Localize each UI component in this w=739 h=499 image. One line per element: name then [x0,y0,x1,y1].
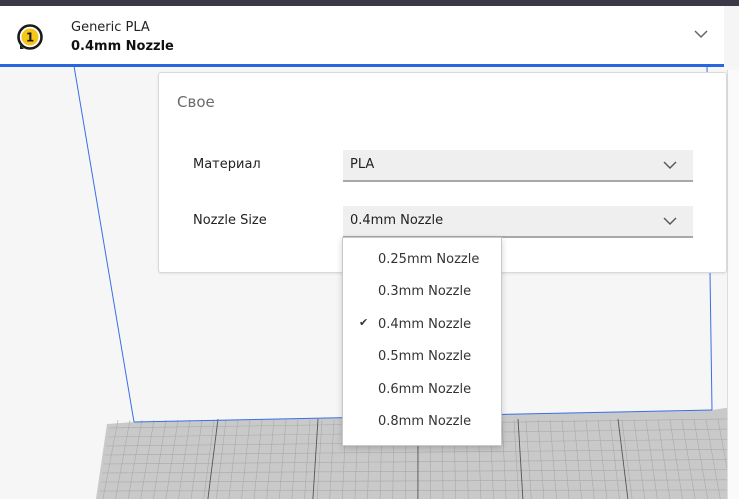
nozzle-size-select[interactable]: 0.4mm Nozzle [343,206,693,238]
nozzle-option[interactable]: 0.6mm Nozzle [343,374,501,406]
extruder-number: 1 [26,31,34,45]
nozzle-option-label: 0.4mm Nozzle [378,317,472,332]
extruder-badge-icon: 1 [17,24,43,50]
nozzle-size-dropdown: 0.25mm Nozzle 0.3mm Nozzle ✔ 0.4mm Nozzl… [342,237,502,446]
panel-title: Свое [177,93,215,111]
extruder-header[interactable]: 1 Generic PLA 0.4mm Nozzle [0,6,724,67]
nozzle-size-label: Nozzle Size [193,213,267,228]
chevron-down-icon [663,217,677,225]
build-volume-edge-left [73,66,135,423]
material-select-value: PLA [350,157,375,172]
nozzle-option-label: 0.8mm Nozzle [378,414,472,429]
nozzle-option-selected[interactable]: ✔ 0.4mm Nozzle [343,309,501,341]
cura-material-screen: 1 Generic PLA 0.4mm Nozzle Свое Материал… [0,0,739,499]
material-label: Материал [193,157,261,172]
nozzle-option-label: 0.25mm Nozzle [378,252,480,267]
nozzle-option[interactable]: 0.3mm Nozzle [343,276,501,308]
nozzle-size-select-value: 0.4mm Nozzle [350,213,444,228]
nozzle-option[interactable]: 0.25mm Nozzle [343,244,501,276]
nozzle-option[interactable]: 0.8mm Nozzle [343,406,501,438]
chevron-down-icon[interactable] [693,28,709,40]
header-material-name: Generic PLA [71,20,150,35]
material-select[interactable]: PLA [343,150,693,182]
nozzle-option[interactable]: 0.5mm Nozzle [343,341,501,373]
nozzle-option-label: 0.3mm Nozzle [378,284,472,299]
nozzle-option-label: 0.5mm Nozzle [378,349,472,364]
header-nozzle-name: 0.4mm Nozzle [71,39,174,54]
right-side-panel-edge [727,70,739,499]
check-icon: ✔ [359,316,369,329]
nozzle-option-label: 0.6mm Nozzle [378,382,472,397]
chevron-down-icon [663,161,677,169]
